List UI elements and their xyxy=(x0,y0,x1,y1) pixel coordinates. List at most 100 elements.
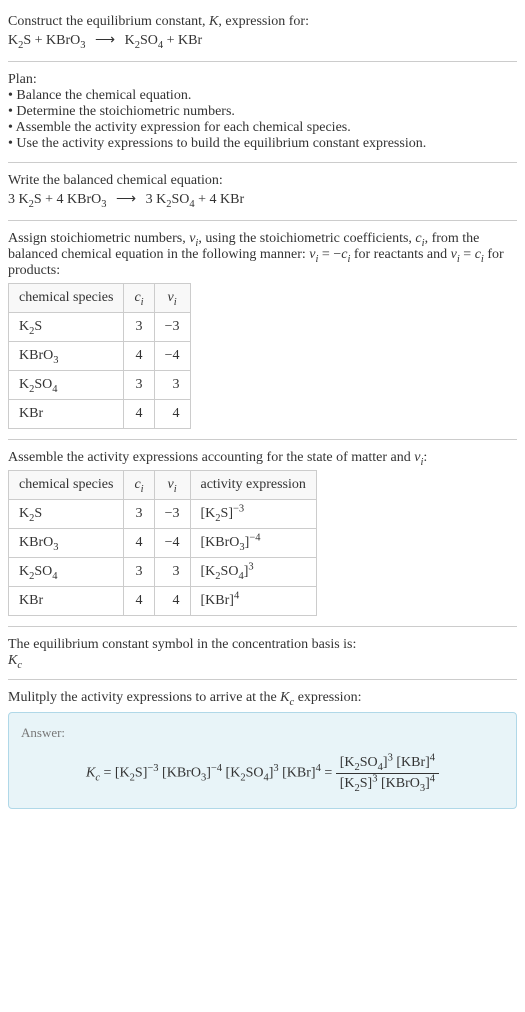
td-nui: 3 xyxy=(154,371,190,400)
td-nui: 4 xyxy=(154,587,190,616)
intro-text-end: , expression for: xyxy=(218,14,309,29)
arrow-icon: ⟶ xyxy=(95,32,115,49)
eq-sub: 3 xyxy=(80,40,85,51)
term: [K xyxy=(222,766,240,781)
sp-sub: 3 xyxy=(53,542,58,553)
td-activity: [KBrO3]−4 xyxy=(190,529,316,558)
plan-item: Balance the chemical equation. xyxy=(8,88,517,104)
table-row: KBr 4 4 xyxy=(9,400,191,429)
td-nui: −3 xyxy=(154,500,190,529)
text: = − xyxy=(318,247,341,262)
td-ci: 4 xyxy=(124,529,154,558)
plan-item: Use the activity expressions to build th… xyxy=(8,136,517,152)
activity-table: chemical species ci νi activity expressi… xyxy=(8,470,317,616)
sp-sub: 4 xyxy=(52,384,57,395)
intro-line: Construct the equilibrium constant, K, e… xyxy=(8,14,517,30)
table-row: KBrO3 4 −4 xyxy=(9,342,191,371)
eq: = xyxy=(100,766,115,781)
th-species: chemical species xyxy=(9,284,124,313)
text: , using the stoichiometric coefficients, xyxy=(198,231,415,246)
sp: KBrO xyxy=(19,348,53,363)
final-intro: Mulitply the activity expressions to arr… xyxy=(8,690,517,706)
td-ci: 3 xyxy=(124,500,154,529)
term: S] xyxy=(135,766,147,781)
divider xyxy=(8,220,517,221)
kc: K xyxy=(8,653,17,668)
act: [K xyxy=(201,564,216,579)
term-sup: −4 xyxy=(211,763,222,774)
eq-part: 3 K xyxy=(146,192,167,207)
eq-part: S + 4 KBrO xyxy=(34,192,101,207)
th-activity: activity expression xyxy=(190,471,316,500)
table-row: KBrO3 4 −4 [KBrO3]−4 xyxy=(9,529,317,558)
table-header-row: chemical species ci νi xyxy=(9,284,191,313)
term-sup: 4 xyxy=(430,752,435,763)
term: [KBrO xyxy=(159,766,201,781)
act: [K xyxy=(201,506,216,521)
eq-part: SO xyxy=(171,192,189,207)
term-sup: −3 xyxy=(147,763,158,774)
eq-part: K xyxy=(8,33,18,48)
sp: SO xyxy=(34,377,52,392)
sp: S xyxy=(34,319,42,334)
nui-sub: i xyxy=(174,297,177,308)
text: for reactants and xyxy=(350,247,450,262)
plan-section: Plan: Balance the chemical equation. Det… xyxy=(8,66,517,158)
td-species: KBrO3 xyxy=(9,342,124,371)
nui-sub: i xyxy=(174,484,177,495)
intro-K: K xyxy=(209,14,218,29)
th-species: chemical species xyxy=(9,471,124,500)
activity-section: Assemble the activity expressions accoun… xyxy=(8,444,517,622)
td-nui: 4 xyxy=(154,400,190,429)
td-species: K2SO4 xyxy=(9,371,124,400)
eq: = xyxy=(321,766,336,781)
td-species: K2S xyxy=(9,500,124,529)
ci-sub: i xyxy=(141,484,144,495)
frac-numerator: [K2SO4]3 [KBr]4 xyxy=(336,755,439,774)
sp-sub: 3 xyxy=(53,355,58,366)
answer-box: Answer: Kc = [K2S]−3 [KBrO3]−4 [K2SO4]3 … xyxy=(8,712,517,809)
td-species: KBr xyxy=(9,587,124,616)
act: SO xyxy=(221,564,239,579)
text: expression: xyxy=(294,690,361,705)
sp: K xyxy=(19,319,29,334)
act: [KBr] xyxy=(201,593,234,608)
text: : xyxy=(423,450,427,465)
td-ci: 3 xyxy=(124,371,154,400)
td-activity: [KBr]4 xyxy=(190,587,316,616)
term-sup: 4 xyxy=(430,773,435,784)
td-species: K2S xyxy=(9,313,124,342)
eq-part: S + KBrO xyxy=(23,33,80,48)
td-activity: [K2S]−3 xyxy=(190,500,316,529)
table-row: K2S 3 −3 [K2S]−3 xyxy=(9,500,317,529)
plan-list: Balance the chemical equation. Determine… xyxy=(8,88,517,152)
stoich-table: chemical species ci νi K2S 3 −3 KBrO3 4 … xyxy=(8,283,191,429)
text: Assemble the activity expressions accoun… xyxy=(8,450,414,465)
term: [KBrO xyxy=(377,776,419,791)
td-ci: 4 xyxy=(124,400,154,429)
th-ci: ci xyxy=(124,471,154,500)
table-row: K2S 3 −3 xyxy=(9,313,191,342)
th-nui: νi xyxy=(154,471,190,500)
table-row: K2SO4 3 3 xyxy=(9,371,191,400)
act-sup: 4 xyxy=(234,590,239,601)
td-nui: −4 xyxy=(154,342,190,371)
td-species: KBr xyxy=(9,400,124,429)
kc-expression: Kc = [K2S]−3 [KBrO3]−4 [K2SO4]3 [KBr]4 =… xyxy=(21,751,504,796)
term: [KBr] xyxy=(279,766,316,781)
balanced-equation: 3 K2S + 4 KBrO3 ⟶ 3 K2SO4 + 4 KBr xyxy=(8,189,517,210)
final-section: Mulitply the activity expressions to arr… xyxy=(8,684,517,815)
symbol-line: The equilibrium constant symbol in the c… xyxy=(8,637,517,653)
eq-part: + KBr xyxy=(163,33,202,48)
term: S] xyxy=(360,776,372,791)
td-ci: 4 xyxy=(124,342,154,371)
act: [KBrO xyxy=(201,535,240,550)
eq-part: + 4 KBr xyxy=(195,192,245,207)
symbol-section: The equilibrium constant symbol in the c… xyxy=(8,631,517,675)
kc: K xyxy=(280,690,289,705)
td-species: K2SO4 xyxy=(9,558,124,587)
kc-sub: c xyxy=(17,660,22,671)
fraction: [K2SO4]3 [KBr]4[K2S]3 [KBrO3]4 xyxy=(336,755,439,792)
th-nui: νi xyxy=(154,284,190,313)
eq-part: K xyxy=(125,33,135,48)
